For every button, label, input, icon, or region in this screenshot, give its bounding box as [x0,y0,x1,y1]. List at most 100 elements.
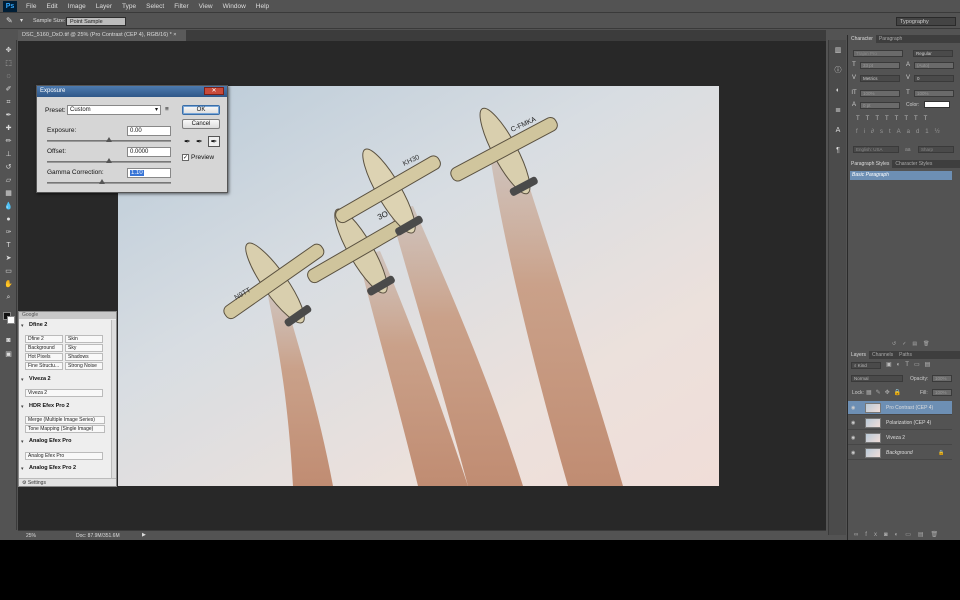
white-eyedropper-icon[interactable]: ✒ [208,136,220,147]
leading-field[interactable]: (Auto) [914,62,954,69]
background-button[interactable]: Background [25,344,63,352]
gamma-slider-thumb[interactable] [99,179,105,184]
sample-size-select[interactable]: Point Sample [66,17,126,26]
collapse-icon[interactable]: ▾ [21,377,24,383]
eye-icon[interactable]: ◉ [851,416,855,430]
layer-row[interactable]: ◉ Polarization (CEP 4) [848,416,952,430]
collapse-icon[interactable]: ▾ [21,439,24,445]
layer-filter-icons[interactable]: ▣◐T▭▤ [886,361,950,369]
blur-tool-icon[interactable]: 💧 [3,202,14,211]
style-item[interactable]: Basic Paragraph [850,171,952,180]
collapse-icon[interactable]: ▾ [21,466,24,472]
layer-row[interactable]: ◉ Pro Contrast (CEP 4) [848,401,952,415]
gray-eyedropper-icon[interactable]: ✒ [196,137,203,146]
quick-select-tool-icon[interactable]: ✐ [3,85,14,94]
offset-slider-thumb[interactable] [106,158,112,163]
menu-layer[interactable]: Layer [91,3,117,10]
lasso-tool-icon[interactable]: ◌ [3,72,14,81]
baseline-field[interactable]: 0 pt [860,102,900,109]
font-style-field[interactable]: Regular [913,50,953,57]
tab-layers[interactable]: Layers [848,351,870,359]
cancel-button[interactable]: Cancel [182,119,220,129]
dialog-titlebar[interactable]: Exposure [37,86,227,97]
menu-window[interactable]: Window [218,3,251,10]
dfine-button[interactable]: Dfine 2 [25,335,63,343]
paragraph-panel-icon[interactable]: ¶ [833,146,843,155]
preset-options-icon[interactable]: ≡ [165,106,169,113]
viveza-button[interactable]: Viveza 2 [25,389,103,397]
antialias-select[interactable]: Sharp [918,146,954,153]
pen-tool-icon[interactable]: ✑ [3,228,14,237]
menu-type[interactable]: Type [117,3,141,10]
eyedropper-tool-icon[interactable]: ✎ [6,16,13,25]
status-menu-icon[interactable]: ▶ [142,532,146,538]
opentype-buttons[interactable]: fi∂stAad1½ [856,129,954,137]
stamp-tool-icon[interactable]: ⊥ [3,150,14,159]
black-eyedropper-icon[interactable]: ✒ [184,137,191,146]
quick-mask-icon[interactable]: ◙ [3,336,14,345]
document-tab[interactable]: DSC_5160_DxO.tif @ 25% (Pro Contrast (CE… [18,30,186,41]
tab-paragraph-styles[interactable]: Paragraph Styles [848,160,893,168]
zoom-tool-icon[interactable]: ⌕ [3,293,14,302]
menu-image[interactable]: Image [63,3,91,10]
info-panel-icon[interactable]: ⓘ [833,66,843,75]
close-icon[interactable]: ✕ [204,87,224,95]
type-tool-icon[interactable]: T [3,241,14,250]
brush-tool-icon[interactable]: ✏ [3,137,14,146]
fill-field[interactable]: 100% [932,389,952,396]
layer-row[interactable]: ◉ Viveza 2 [848,431,952,445]
close-tab-icon[interactable]: × [173,32,176,38]
tracking-field[interactable]: 0 [914,75,954,82]
offset-input[interactable]: 0.0000 [127,147,171,157]
analog-efex-button[interactable]: Analog Efex Pro [25,452,103,460]
layer-row[interactable]: ◉ Background 🔒 [848,446,952,460]
eye-icon[interactable]: ◉ [851,446,855,460]
zoom-level[interactable]: 25% [26,533,36,539]
font-family-field[interactable]: Trajan Pro [853,50,903,57]
properties-panel-icon[interactable]: ≣ [833,106,843,115]
history-panel-icon[interactable]: ▥ [833,46,843,55]
vertical-scale-field[interactable]: 100% [860,90,900,97]
collapse-icon[interactable]: ▾ [21,323,24,329]
lock-icons[interactable]: ▦✎✥🔒 [866,389,916,396]
path-select-icon[interactable]: ➤ [3,254,14,263]
menu-filter[interactable]: Filter [169,3,193,10]
settings-bar[interactable]: ⚙ Settings [19,478,116,486]
text-color-swatch[interactable] [924,101,950,108]
opacity-field[interactable]: 100% [932,375,952,382]
tool-preset-chevron-icon[interactable]: ▾ [20,17,23,24]
faux-style-buttons[interactable]: TTTTTTTT [856,116,954,124]
hdr-merge-button[interactable]: Merge (Multiple Image Series) [25,416,105,424]
hdr-tone-mapping-button[interactable]: Tone Mapping (Single Image) [25,425,105,433]
eraser-tool-icon[interactable]: ▱ [3,176,14,185]
shape-tool-icon[interactable]: ▭ [3,267,14,276]
menu-help[interactable]: Help [251,3,274,10]
hot-pixels-button[interactable]: Hot Pixels [25,353,63,361]
blend-mode-select[interactable]: Normal [851,375,903,382]
tab-channels[interactable]: Channels [869,351,896,359]
ok-button[interactable]: OK [182,105,220,115]
skin-button[interactable]: Skin [65,335,103,343]
fine-structure-button[interactable]: Fine Structu... [25,362,63,370]
gamma-slider-track[interactable] [47,182,171,184]
menu-edit[interactable]: Edit [41,3,62,10]
exposure-input[interactable]: 0.00 [127,126,171,136]
font-size-field[interactable]: 33 pt [860,62,900,69]
character-panel-icon[interactable]: A [833,126,843,135]
preview-checkbox[interactable]: ✓ [182,154,189,161]
adjustments-panel-icon[interactable]: ◐ [833,86,843,95]
shadows-button[interactable]: Shadows [65,353,103,361]
collapse-icon[interactable]: ▾ [21,404,24,410]
menu-view[interactable]: View [194,3,218,10]
menu-file[interactable]: File [21,3,41,10]
move-tool-icon[interactable]: ✥ [3,46,14,55]
tab-character-styles[interactable]: Character Styles [892,160,935,168]
dodge-tool-icon[interactable]: ● [3,215,14,224]
exposure-slider-thumb[interactable] [106,137,112,142]
crop-tool-icon[interactable]: ⌗ [3,98,14,107]
tab-paths[interactable]: Paths [896,351,915,359]
screen-mode-icon[interactable]: ▣ [3,350,14,359]
kind-filter[interactable]: ⌕ Kind [851,362,881,369]
workspace-select[interactable]: Typography [896,17,956,26]
sky-button[interactable]: Sky [65,344,103,352]
